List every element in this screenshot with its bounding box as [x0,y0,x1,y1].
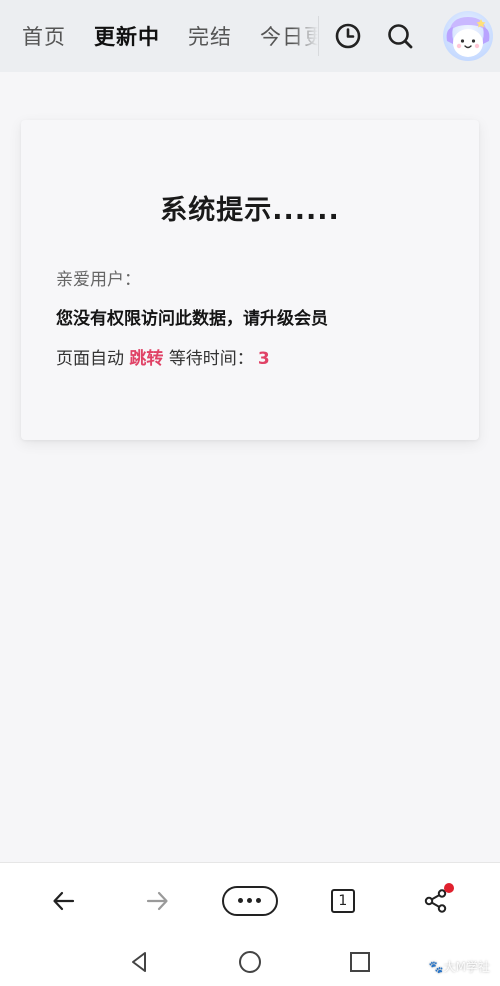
more-button[interactable] [221,873,278,929]
countdown-value: 3 [257,349,270,369]
avatar[interactable] [443,11,493,61]
watermark-text: 大M学社 [443,960,490,974]
system-notice-card: 系统提示...... 亲爱用户： 您没有权限访问此数据，请升级会员 页面自动 跳… [21,120,479,440]
notification-dot [443,882,454,893]
redirect-prefix: 页面自动 [56,349,124,369]
forward-button[interactable] [129,873,185,929]
notice-title: 系统提示...... [160,195,340,226]
system-nav-bar [0,938,500,986]
home-circle-icon [239,951,261,973]
notice-message: 您没有权限访问此数据，请升级会员 [56,309,328,329]
top-nav: 首页 更新中 完结 今日更新 [0,0,500,72]
paw-icon: 🐾 [428,960,444,974]
more-icon [221,885,278,916]
back-triangle-icon [132,952,146,972]
search-icon [388,24,413,49]
system-back-button[interactable] [120,942,160,982]
tab-updating[interactable]: 更新中 [94,21,160,54]
watermark: 🐾大M学社 [429,958,490,975]
system-home-button[interactable] [230,942,270,982]
tab-home[interactable]: 首页 [22,21,66,51]
back-button[interactable] [36,873,92,929]
redirect-link[interactable]: 跳转 [129,349,163,369]
system-recents-button[interactable] [340,942,380,982]
redirect-suffix: 等待时间： [168,349,254,369]
tab-completed[interactable]: 完结 [188,21,232,51]
notice-greeting: 亲爱用户： [56,270,141,290]
nav-icons [319,11,493,61]
forward-arrow-icon [147,891,168,910]
search-button[interactable] [385,21,415,51]
browser-toolbar: 1 [0,862,500,938]
share-button[interactable] [408,873,464,929]
recents-square-icon [350,952,370,972]
history-button[interactable] [333,21,363,51]
tabs-button[interactable]: 1 [315,873,371,929]
clock-icon [335,23,361,49]
tab-count-badge: 1 [330,888,355,913]
avatar-face-icon [446,17,490,57]
category-tabs: 首页 更新中 完结 今日更新 [0,0,318,72]
tabs-fade [292,0,318,72]
redirect-line: 页面自动 跳转 等待时间： 3 [56,344,270,369]
back-arrow-icon [53,891,75,910]
